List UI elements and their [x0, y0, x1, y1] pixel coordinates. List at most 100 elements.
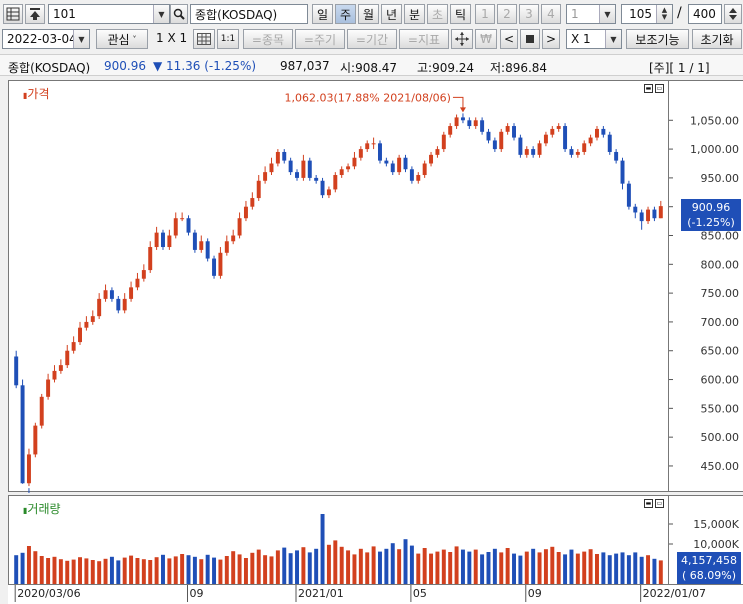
candle-body: [326, 189, 331, 196]
chevron-down-icon[interactable]: ▼: [605, 30, 621, 48]
won-button[interactable]: ₩: [475, 29, 497, 49]
volume-bar: [512, 553, 516, 584]
stop-button[interactable]: [520, 29, 540, 49]
price-chart-panel[interactable]: 1,062.03(17.88% 2021/08/06)419.55(-53.43…: [8, 80, 669, 493]
period-button-3[interactable]: 년: [381, 4, 402, 24]
volume-bar: [20, 552, 25, 584]
interval-value: 1: [571, 7, 579, 21]
period-button-4[interactable]: 분: [404, 4, 425, 24]
total-field[interactable]: 400: [688, 4, 722, 24]
price-panel-label: ▮가격: [23, 87, 50, 101]
number-button-3[interactable]: 3: [519, 4, 539, 24]
candle: [199, 235, 204, 253]
price-tick-label: 1,050.00: [690, 114, 739, 127]
candle: [224, 235, 229, 256]
maximize-icon[interactable]: ▭: [655, 499, 664, 508]
candle-body: [275, 151, 280, 164]
candle: [135, 272, 140, 291]
date-picker[interactable]: 2022-03-04 ▼: [2, 29, 90, 49]
price-tick-label: 700.00: [701, 316, 740, 329]
candle: [148, 241, 153, 273]
one-by-one-button[interactable]: 1:1: [217, 29, 239, 49]
candle: [109, 287, 114, 302]
volume-bar: [346, 550, 351, 584]
candle: [652, 206, 657, 222]
number-button-2[interactable]: 2: [497, 4, 517, 24]
volume-bar: [243, 558, 248, 584]
period-button-6[interactable]: 틱: [450, 4, 471, 24]
chevron-right-icon: >: [545, 32, 557, 46]
volume-bar: [129, 555, 134, 584]
search-button[interactable]: [170, 4, 188, 24]
pin-button[interactable]: [25, 4, 45, 24]
volume-bar: [26, 546, 31, 584]
candle-body: [480, 120, 485, 132]
volume-bar: [607, 555, 612, 584]
indicator-button[interactable]: =지표: [399, 29, 449, 49]
volume-chart-panel[interactable]: ▮거래량 ▬ ▭: [8, 495, 669, 585]
date-tick-label: 09: [190, 587, 204, 600]
crosshair-button[interactable]: [451, 29, 473, 49]
maximize-icon[interactable]: ▭: [655, 84, 664, 93]
candle-body: [250, 198, 255, 207]
next-button[interactable]: >: [542, 29, 560, 49]
volume-bar: [537, 552, 542, 584]
period-button-2[interactable]: 월: [358, 4, 379, 24]
volume-bar: [550, 546, 555, 584]
watchlist-button[interactable]: 관심 ˅: [96, 29, 148, 49]
candle: [633, 203, 638, 219]
grid-menu-button[interactable]: [3, 4, 23, 24]
number-button-4[interactable]: 4: [541, 4, 561, 24]
stock-name: 종합(KOSDAQ): [195, 7, 278, 22]
volume-axis: 15,000K 10,000K 4,157,458 ( 68.09%): [669, 495, 743, 585]
aux-function-button[interactable]: 보조기능: [626, 29, 689, 49]
count-stepper[interactable]: 105 ▲ ▼: [621, 4, 673, 24]
stepper-icon[interactable]: ▲ ▼: [656, 5, 672, 23]
volume-bar: [141, 559, 146, 584]
period-range-button[interactable]: =기간: [347, 29, 397, 49]
candle: [205, 238, 210, 262]
candle-body: [582, 143, 587, 152]
search-icon: [173, 8, 185, 20]
item-button[interactable]: =종목: [243, 29, 293, 49]
candle: [116, 296, 121, 314]
minimize-icon[interactable]: ▬: [644, 84, 653, 93]
layout-label: 1 X 1: [156, 31, 188, 45]
prev-button[interactable]: <: [500, 29, 518, 49]
scroll-button[interactable]: [724, 4, 742, 24]
candle-body: [563, 126, 568, 150]
cycle-button[interactable]: =주기: [295, 29, 345, 49]
crosshair-icon: [455, 32, 469, 46]
volume-label-text: 거래량: [27, 502, 61, 516]
period-button-0[interactable]: 일: [312, 4, 333, 24]
layout-grid-button[interactable]: [193, 29, 215, 49]
candle-body: [658, 206, 663, 219]
candle: [129, 281, 134, 302]
period-range-label: =기간: [355, 32, 389, 47]
candle-body: [639, 212, 644, 222]
number-button-1[interactable]: 1: [475, 4, 495, 24]
candle: [626, 180, 631, 210]
candle-body: [122, 298, 127, 311]
candle: [614, 149, 619, 164]
candle: [65, 344, 70, 369]
candle-body: [652, 209, 657, 219]
candle: [58, 359, 63, 374]
multiplier-select[interactable]: X 1 ▼: [566, 29, 622, 49]
chevron-down-icon[interactable]: ▼: [73, 30, 89, 48]
period-button-1[interactable]: 주: [335, 4, 356, 24]
minimize-icon[interactable]: ▬: [644, 499, 653, 508]
period-button-5[interactable]: 초: [427, 4, 448, 24]
chevron-down-icon[interactable]: ▼: [599, 5, 615, 23]
candle-body: [97, 298, 102, 317]
candle-body: [550, 128, 555, 135]
candle: [71, 336, 76, 354]
candle: [103, 284, 108, 302]
chevron-down-icon[interactable]: ▼: [153, 5, 169, 23]
candle: [90, 310, 95, 325]
reset-button[interactable]: 초기화: [692, 29, 742, 49]
price-axis: 1,050.001,000.00950.00900.00850.00800.00…: [669, 80, 743, 492]
candle: [97, 293, 102, 320]
code-input[interactable]: 101 ▼: [48, 4, 170, 24]
interval-select[interactable]: 1 ▼: [566, 4, 616, 24]
